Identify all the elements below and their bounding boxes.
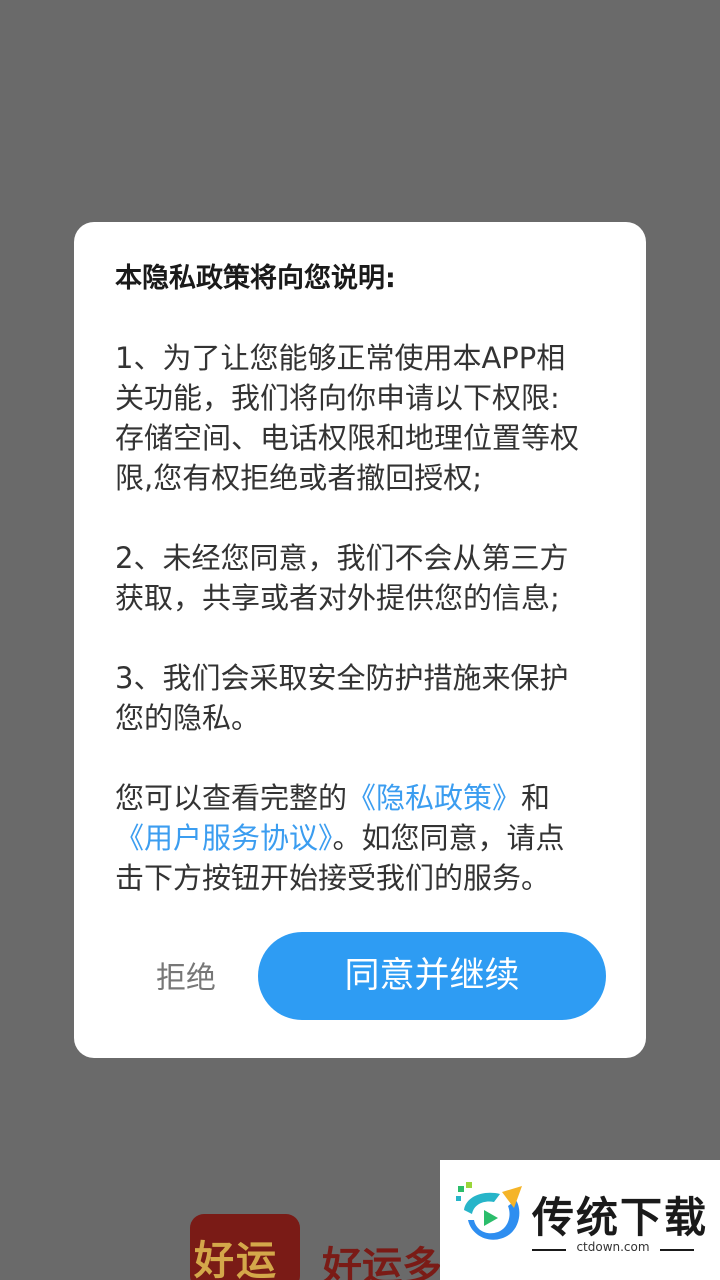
divider	[660, 1249, 694, 1251]
paragraph-security: 3、我们会采取安全防护措施来保护 您的隐私。	[115, 658, 615, 738]
watermark-name: 传统下载	[532, 1193, 709, 1242]
dialog-title: 本隐私政策将向您说明:	[115, 263, 396, 294]
paragraph-line: 限,您有权拒绝或者撤回授权;	[115, 461, 482, 495]
watermark-logo-icon	[456, 1182, 522, 1240]
paragraph-line: 《用户服务协议》。如您同意，请点	[115, 818, 615, 858]
watermark-url-row: ctdown.com	[532, 1240, 694, 1260]
paragraph-line: 获取，共享或者对外提供您的信息;	[115, 581, 560, 615]
watermark-badge: 传统下载 ctdown.com	[440, 1160, 720, 1280]
privacy-policy-link[interactable]: 《隐私政策》	[347, 781, 521, 815]
app-icon: 好运	[190, 1214, 300, 1280]
and-text: 和	[521, 781, 551, 815]
paragraph-line: 关功能，我们将向你申请以下权限:	[115, 381, 560, 415]
paragraph-line: 存储空间、电话权限和地理位置等权	[115, 421, 580, 455]
watermark-url: ctdown.com	[576, 1240, 650, 1254]
privacy-dialog: 本隐私政策将向您说明: 1、为了让您能够正常使用本APP相 关功能，我们将向你申…	[74, 222, 646, 1058]
app-icon-text: 好运	[194, 1238, 278, 1280]
paragraph-policy-links: 您可以查看完整的《隐私政策》和 《用户服务协议》。如您同意，请点 击下方按钮开始…	[115, 778, 615, 898]
divider	[532, 1249, 566, 1251]
reject-button[interactable]: 拒绝	[134, 950, 238, 1008]
paragraph-line: 1、为了让您能够正常使用本APP相	[115, 341, 566, 375]
policy-suffix-text: 。如您同意，请点	[332, 821, 565, 855]
paragraph-line: 3、我们会采取安全防护措施来保护	[115, 661, 569, 695]
user-agreement-link[interactable]: 《用户服务协议》	[115, 821, 333, 855]
paragraph-permissions: 1、为了让您能够正常使用本APP相 关功能，我们将向你申请以下权限: 存储空间、…	[115, 338, 615, 498]
paragraph-line: 您的隐私。	[115, 701, 261, 735]
policy-prefix-text: 您可以查看完整的	[115, 781, 348, 815]
paragraph-line: 您可以查看完整的《隐私政策》和	[115, 778, 615, 818]
agree-continue-button[interactable]: 同意并继续	[258, 932, 606, 1020]
app-name: 好运多	[322, 1244, 442, 1280]
paragraph-line: 击下方按钮开始接受我们的服务。	[115, 861, 551, 895]
paragraph-line: 2、未经您同意，我们不会从第三方	[115, 541, 569, 575]
paragraph-third-party: 2、未经您同意，我们不会从第三方 获取，共享或者对外提供您的信息;	[115, 538, 615, 618]
